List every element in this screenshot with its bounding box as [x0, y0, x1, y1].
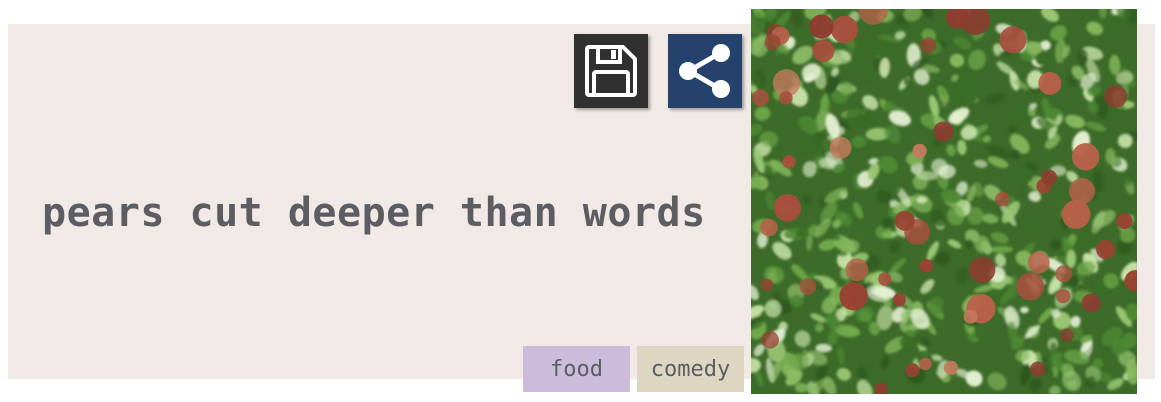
pear-tree-photo [751, 9, 1137, 394]
floppy-disk-icon [585, 45, 637, 97]
quote-text: pears cut deeper than words [42, 190, 706, 236]
save-button[interactable] [574, 34, 648, 108]
share-icon [679, 44, 730, 98]
share-button[interactable] [668, 34, 742, 108]
tag-food[interactable]: food [523, 346, 630, 392]
tag-comedy[interactable]: comedy [637, 346, 744, 392]
